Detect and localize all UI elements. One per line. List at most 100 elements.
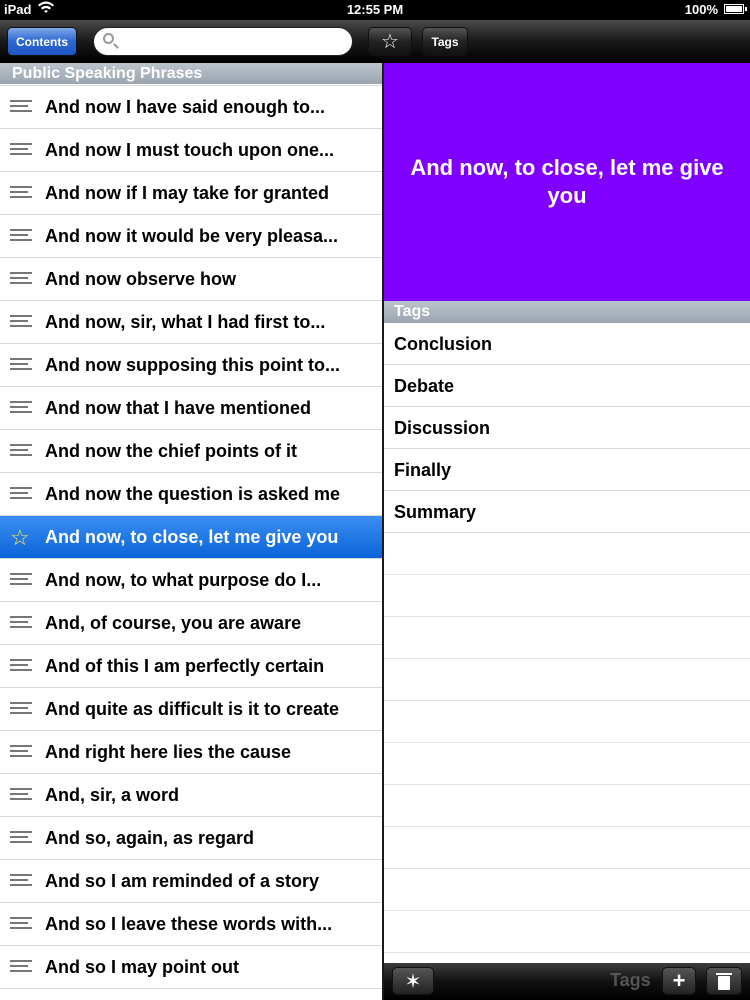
add-tag-button[interactable]: +: [662, 967, 696, 995]
text-lines-icon: [10, 272, 32, 286]
list-item[interactable]: And so, again, as regard: [0, 817, 382, 860]
empty-row: [384, 827, 750, 869]
tags-list: Conclusion Debate Discussion Finally Summary: [384, 323, 750, 953]
delete-button[interactable]: [706, 967, 742, 995]
text-lines-icon: [10, 100, 32, 114]
empty-row: [384, 785, 750, 827]
battery-percent: 100%: [684, 2, 718, 17]
empty-row: [384, 575, 750, 617]
list-item-label: And, sir, a word: [45, 785, 180, 805]
search-input[interactable]: [122, 32, 346, 53]
top-toolbar: Contents ☆ Tags: [0, 20, 750, 63]
text-lines-icon: [10, 186, 32, 200]
list-item[interactable]: And now if I may take for granted: [0, 172, 382, 215]
list-item[interactable]: And now that I have mentioned: [0, 387, 382, 430]
text-lines-icon: [10, 487, 32, 501]
list-item-label: And so, again, as regard: [45, 828, 255, 848]
list-item-label: And right here lies the cause: [45, 742, 292, 762]
list-item-label: And now, to close, let me give you: [45, 527, 339, 547]
star-icon: ☆: [10, 525, 30, 550]
list-item[interactable]: And right here lies the cause: [0, 731, 382, 774]
phrase-list: And now I have completed my...And now I …: [0, 63, 382, 989]
list-item[interactable]: And now the question is asked me: [0, 473, 382, 516]
text-lines-icon: [10, 831, 32, 845]
trash-icon: [716, 973, 732, 975]
list-item[interactable]: And so I may point out: [0, 946, 382, 989]
star-icon: ☆: [381, 31, 399, 53]
tag-row[interactable]: Finally: [384, 449, 750, 491]
text-lines-icon: [10, 315, 32, 329]
empty-row: [384, 659, 750, 701]
search-bar[interactable]: [93, 27, 353, 56]
list-item-label: And now supposing this point to...: [45, 355, 340, 375]
list-item-label: And now that I have mentioned: [45, 398, 312, 418]
search-icon: [103, 33, 114, 44]
text-lines-icon: [10, 573, 32, 587]
list-item-label: And now observe how: [45, 269, 237, 289]
list-item-label: And now I must touch upon one...: [45, 140, 334, 160]
tag-row[interactable]: Discussion: [384, 407, 750, 449]
list-item-label: And now I have said enough to...: [45, 97, 326, 117]
detail-pane: And now, to close, let me give you Tags …: [384, 63, 750, 1000]
text-lines-icon: [10, 917, 32, 931]
text-lines-icon: [10, 616, 32, 630]
status-bar: iPad 12:55 PM 100%: [0, 0, 750, 20]
text-lines-icon: [10, 143, 32, 157]
empty-row: [384, 743, 750, 785]
list-item-label: And now it would be very pleasa...: [45, 226, 339, 246]
tag-row[interactable]: Debate: [384, 365, 750, 407]
phrase-card: And now, to close, let me give you: [384, 63, 750, 301]
tags-label: Tags: [610, 970, 651, 990]
list-item-label: And of this I am perfectly certain: [45, 656, 325, 676]
list-item[interactable]: And now I have said enough to...: [0, 86, 382, 129]
star-icon: ✶: [404, 970, 422, 993]
tag-row[interactable]: Conclusion: [384, 323, 750, 365]
text-lines-icon: [10, 358, 32, 372]
clock: 12:55 PM: [346, 2, 404, 17]
list-item-label: And so I may point out: [45, 957, 239, 977]
text-lines-icon: [10, 874, 32, 888]
list-item[interactable]: And now supposing this point to...: [0, 344, 382, 387]
list-item-label: And, of course, you are aware: [45, 613, 302, 633]
list-item-label: And now the chief points of it: [45, 441, 297, 461]
text-lines-icon: [10, 401, 32, 415]
list-item[interactable]: ☆ And now, to close, let me give you: [0, 516, 382, 559]
list-item[interactable]: And quite as difficult is it to create: [0, 688, 382, 731]
favorites-star-button[interactable]: ☆: [368, 27, 412, 56]
text-lines-icon: [10, 444, 32, 458]
favorite-toggle-button[interactable]: ✶: [392, 967, 434, 995]
list-item-label: And now the question is asked me: [45, 484, 341, 504]
list-item[interactable]: And now it would be very pleasa...: [0, 215, 382, 258]
contents-button[interactable]: Contents: [7, 27, 77, 56]
text-lines-icon: [10, 229, 32, 243]
list-item[interactable]: And, sir, a word: [0, 774, 382, 817]
tags-button[interactable]: Tags: [422, 27, 468, 56]
list-item-label: And so I am reminded of a story: [45, 871, 320, 891]
text-lines-icon: [10, 702, 32, 716]
list-item[interactable]: And so I am reminded of a story: [0, 860, 382, 903]
list-item[interactable]: And now, to what purpose do I...: [0, 559, 382, 602]
empty-row: [384, 533, 750, 575]
text-lines-icon: [10, 960, 32, 974]
battery-icon: [724, 4, 747, 14]
tag-row[interactable]: Summary: [384, 491, 750, 533]
list-item[interactable]: And now the chief points of it: [0, 430, 382, 473]
list-item-label: And now, sir, what I had first to...: [45, 312, 326, 332]
list-item[interactable]: And so I leave these words with...: [0, 903, 382, 946]
list-item-label: And now, to what purpose do I...: [45, 570, 322, 590]
text-lines-icon: [10, 788, 32, 802]
list-item[interactable]: And, of course, you are aware: [0, 602, 382, 645]
empty-row: [384, 617, 750, 659]
list-item[interactable]: And now, sir, what I had first to...: [0, 301, 382, 344]
phrase-list-pane[interactable]: Public Speaking Phrases And now I have c…: [0, 63, 382, 1000]
tags-section-header: Tags: [384, 301, 750, 323]
list-item-label: And so I leave these words with...: [45, 914, 333, 934]
bottom-toolbar: ✶ Tags +: [384, 963, 750, 1000]
list-item[interactable]: And of this I am perfectly certain: [0, 645, 382, 688]
empty-row: [384, 701, 750, 743]
text-lines-icon: [10, 659, 32, 673]
list-item-label: And now if I may take for granted: [45, 183, 330, 203]
list-item[interactable]: And now observe how: [0, 258, 382, 301]
list-item[interactable]: And now I must touch upon one...: [0, 129, 382, 172]
section-header: Public Speaking Phrases: [0, 63, 382, 84]
